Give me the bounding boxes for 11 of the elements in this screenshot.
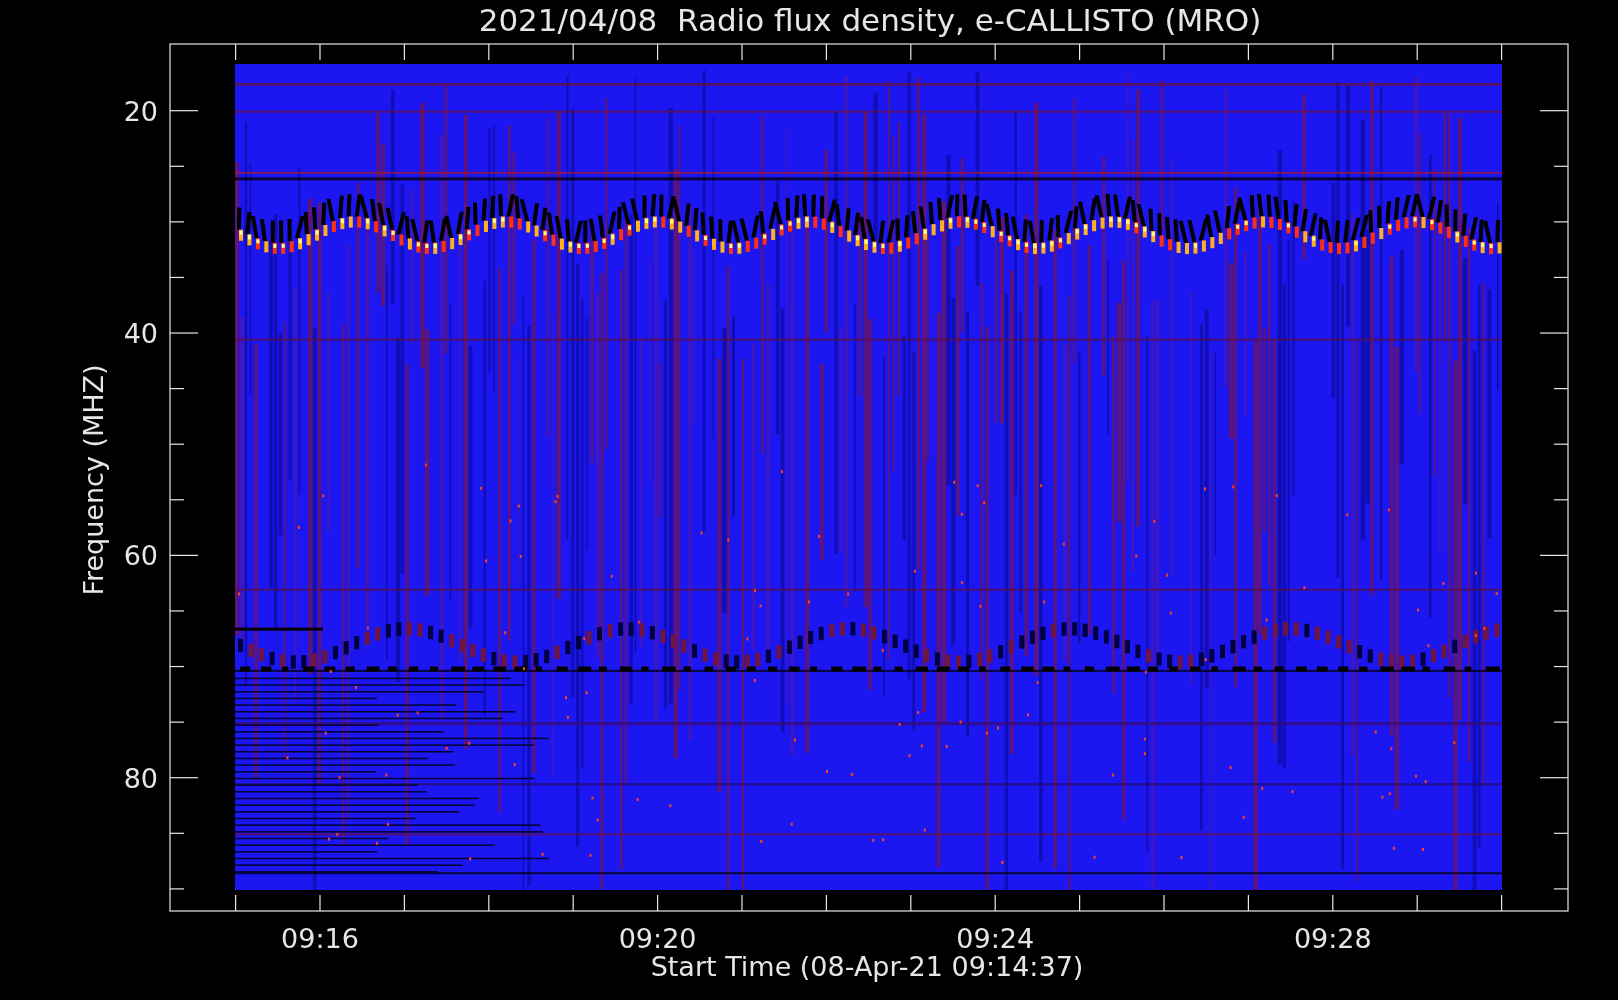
y-tick-label: 60: [123, 540, 158, 572]
x-tick-label: 09:28: [1293, 923, 1372, 954]
chart-title: 2021/04/08 Radio flux density, e-CALLISTO (MRO): [478, 2, 1262, 38]
y-axis-label: Frequency (MHZ): [78, 364, 109, 596]
y-tick-label: 40: [123, 318, 158, 350]
y-tick-label: 20: [123, 95, 158, 127]
x-tick-label: 09:24: [956, 923, 1035, 954]
x-tick-label: 09:20: [618, 923, 697, 954]
y-tick-label: 80: [123, 762, 158, 794]
x-axis-label: Start Time (08-Apr-21 09:14:37): [650, 951, 1084, 982]
x-tick-label: 09:16: [281, 923, 359, 954]
